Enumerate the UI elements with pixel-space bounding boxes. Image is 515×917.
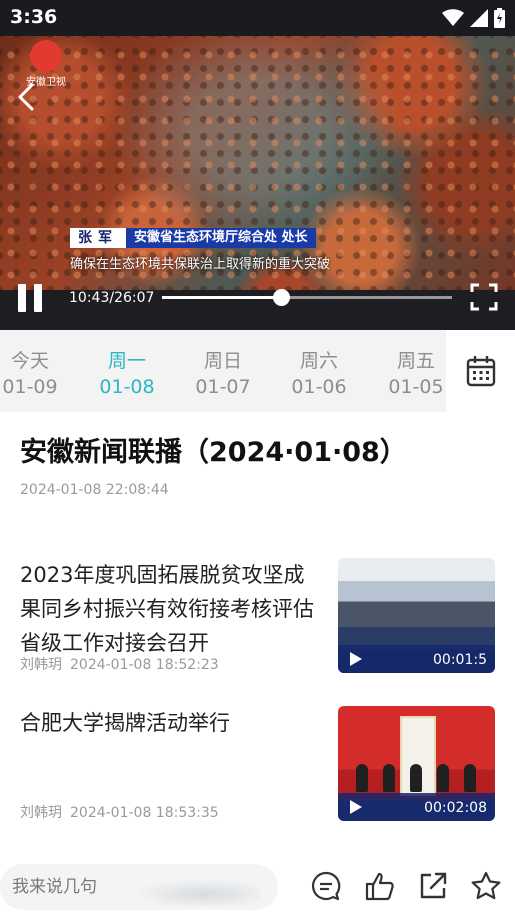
share-icon[interactable] bbox=[417, 870, 449, 902]
date-selector: 今天 01-09 周一 01-08 周日 01-07 周六 01-06 周五 0… bbox=[0, 330, 515, 412]
program-publish-time: 2024-01-08 22:08:44 bbox=[20, 482, 169, 498]
news-time: 2024-01-08 18:53:35 bbox=[70, 805, 219, 821]
playback-timecode: 10:43/26:07 bbox=[69, 290, 155, 306]
status-time: 3:36 bbox=[10, 6, 58, 28]
player-controls: 10:43/26:07 bbox=[0, 280, 515, 316]
program-title: 安徽新闻联播（2024·01·08） bbox=[20, 437, 407, 468]
date-tab-date: 01-08 bbox=[99, 376, 155, 398]
bottom-action-bar: 我来说几句 bbox=[0, 850, 515, 917]
video-subtitle: 确保在生态环境共保联治上取得新的重大突破 bbox=[70, 257, 331, 272]
date-tab-day: 周一 bbox=[107, 350, 146, 372]
date-tab-date: 01-06 bbox=[291, 376, 347, 398]
video-player[interactable]: 安徽卫视 张军 安徽省生态环境厅综合处 处长 确保在生态环境共保联治上取得新的重… bbox=[0, 0, 515, 330]
date-tab-day: 周日 bbox=[203, 350, 242, 372]
news-author: 刘韩玥 bbox=[20, 657, 62, 673]
battery-icon bbox=[494, 8, 505, 28]
status-bar: 3:36 bbox=[0, 0, 515, 36]
status-icons bbox=[442, 8, 505, 28]
date-tab-0[interactable]: 今天 01-09 bbox=[0, 348, 70, 400]
news-thumbnail[interactable]: 00:02:08 bbox=[338, 706, 495, 821]
news-title[interactable]: 合肥大学揭牌活动举行 bbox=[20, 706, 316, 740]
news-author: 刘韩玥 bbox=[20, 805, 62, 821]
fullscreen-icon[interactable] bbox=[470, 283, 498, 311]
channel-logo-mark bbox=[30, 40, 62, 72]
date-tab-day: 今天 bbox=[10, 350, 49, 372]
video-duration: 00:02:08 bbox=[424, 800, 487, 816]
play-icon bbox=[350, 652, 362, 666]
date-tab-date: 01-07 bbox=[195, 376, 251, 398]
video-caption: 张军 安徽省生态环境厅综合处 处长 确保在生态环境共保联治上取得新的重大突破 bbox=[70, 228, 330, 272]
date-tab-3[interactable]: 周六 01-06 bbox=[279, 348, 359, 400]
people-image bbox=[356, 764, 476, 794]
signal-icon bbox=[470, 9, 488, 27]
news-meta: 刘韩玥 2024-01-08 18:53:35 bbox=[20, 802, 219, 822]
news-meta: 刘韩玥 2024-01-08 18:52:23 bbox=[20, 654, 219, 674]
input-decoration bbox=[120, 876, 260, 906]
date-tab-date: 01-05 bbox=[388, 376, 444, 398]
progress-fill bbox=[162, 296, 281, 299]
star-icon[interactable] bbox=[470, 870, 502, 902]
date-tab-1[interactable]: 周一 01-08 bbox=[87, 348, 167, 400]
date-tab-day: 周六 bbox=[299, 350, 338, 372]
progress-knob[interactable] bbox=[272, 289, 290, 306]
play-icon bbox=[350, 800, 362, 814]
wifi-icon bbox=[442, 9, 464, 26]
pause-icon[interactable] bbox=[18, 284, 44, 312]
comment-icon[interactable] bbox=[310, 870, 342, 902]
comment-placeholder: 我来说几句 bbox=[12, 877, 97, 897]
back-icon[interactable] bbox=[14, 82, 40, 112]
speaker-name: 张军 bbox=[70, 228, 126, 248]
news-thumbnail[interactable]: 00:01:5 bbox=[338, 558, 495, 673]
calendar-icon[interactable] bbox=[466, 355, 496, 387]
video-duration: 00:01:5 bbox=[433, 652, 487, 668]
comment-input[interactable]: 我来说几句 bbox=[0, 864, 278, 910]
speaker-title: 安徽省生态环境厅综合处 处长 bbox=[126, 228, 316, 248]
date-tab-day: 周五 bbox=[396, 350, 435, 372]
date-tab-2[interactable]: 周日 01-07 bbox=[183, 348, 263, 400]
progress-track[interactable] bbox=[162, 289, 452, 306]
date-tab-date: 01-09 bbox=[2, 376, 58, 398]
news-title[interactable]: 2023年度巩固拓展脱贫攻坚成果同乡村振兴有效衔接考核评估省级工作对接会召开 bbox=[20, 558, 316, 660]
like-icon[interactable] bbox=[364, 870, 396, 902]
date-tab-4[interactable]: 周五 01-05 bbox=[376, 348, 446, 400]
channel-logo: 安徽卫视 bbox=[22, 40, 70, 88]
date-tabs: 今天 01-09 周一 01-08 周日 01-07 周六 01-06 周五 0… bbox=[0, 330, 446, 412]
news-time: 2024-01-08 18:52:23 bbox=[70, 657, 219, 673]
